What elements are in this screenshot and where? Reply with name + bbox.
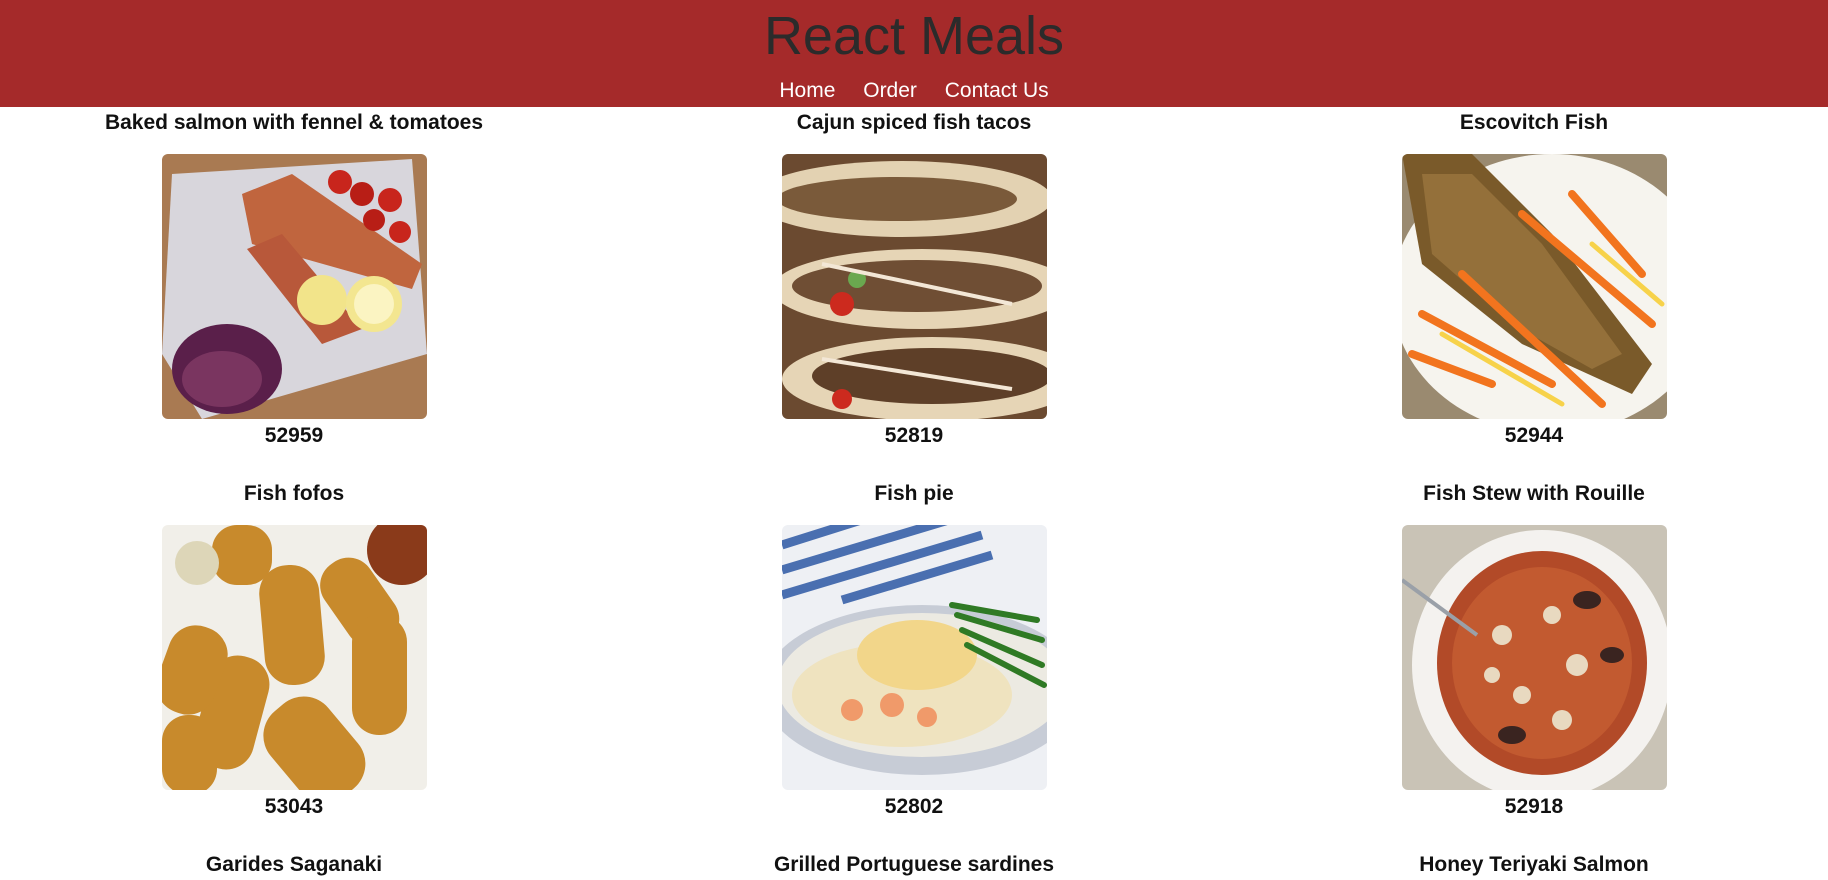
meal-id: 52959 (264, 424, 324, 447)
meal-name: Grilled Portuguese sardines (773, 853, 1055, 876)
meal-card: Garides Saganaki (14, 850, 574, 880)
meal-name: Fish Stew with Rouille (1423, 482, 1645, 505)
meal-image[interactable] (781, 154, 1047, 419)
meal-card: Escovitch Fish 52944 (1254, 108, 1814, 453)
meal-image[interactable] (161, 154, 427, 419)
fish-stew-photo (1401, 525, 1667, 790)
meal-name: Honey Teriyaki Salmon (1419, 853, 1649, 876)
fish-pie-photo (781, 525, 1047, 790)
fish-tacos-photo (781, 154, 1047, 419)
main-nav: Home Order Contact Us (0, 78, 1828, 104)
nav-contact-link[interactable]: Contact Us (945, 79, 1049, 102)
meal-id: 53043 (264, 795, 324, 818)
meal-name: Baked salmon with fennel & tomatoes (104, 111, 484, 134)
meal-name: Cajun spiced fish tacos (796, 111, 1032, 134)
meal-card: Fish pie 52802 (634, 479, 1194, 824)
meal-image[interactable] (1401, 154, 1667, 419)
meal-card: Grilled Portuguese sardines (634, 850, 1194, 880)
app-header: React Meals Home Order Contact Us (0, 0, 1828, 107)
meal-card: Cajun spiced fish tacos 52819 (634, 108, 1194, 453)
meal-id: 52918 (1504, 795, 1564, 818)
meal-card: Honey Teriyaki Salmon (1254, 850, 1814, 880)
meal-id: 52802 (884, 795, 944, 818)
escovitch-fish-photo (1401, 154, 1667, 419)
meal-id: 52944 (1504, 424, 1564, 447)
meal-id: 52819 (884, 424, 944, 447)
app-title: React Meals (763, 6, 1065, 66)
nav-order-link[interactable]: Order (863, 79, 917, 102)
meal-name: Fish fofos (243, 482, 345, 505)
meal-card: Fish fofos 53043 (14, 479, 574, 824)
fish-fofos-photo (161, 525, 427, 790)
meal-name: Fish pie (874, 482, 954, 505)
meal-name: Garides Saganaki (205, 853, 383, 876)
nav-home-link[interactable]: Home (779, 79, 835, 102)
meal-name: Escovitch Fish (1459, 111, 1609, 134)
salmon-photo (161, 154, 427, 419)
meal-card: Fish Stew with Rouille 52918 (1254, 479, 1814, 824)
meal-image[interactable] (161, 525, 427, 790)
meal-image[interactable] (781, 525, 1047, 790)
meal-image[interactable] (1401, 525, 1667, 790)
meal-card: Baked salmon with fennel & tomatoes 5295… (14, 108, 574, 453)
